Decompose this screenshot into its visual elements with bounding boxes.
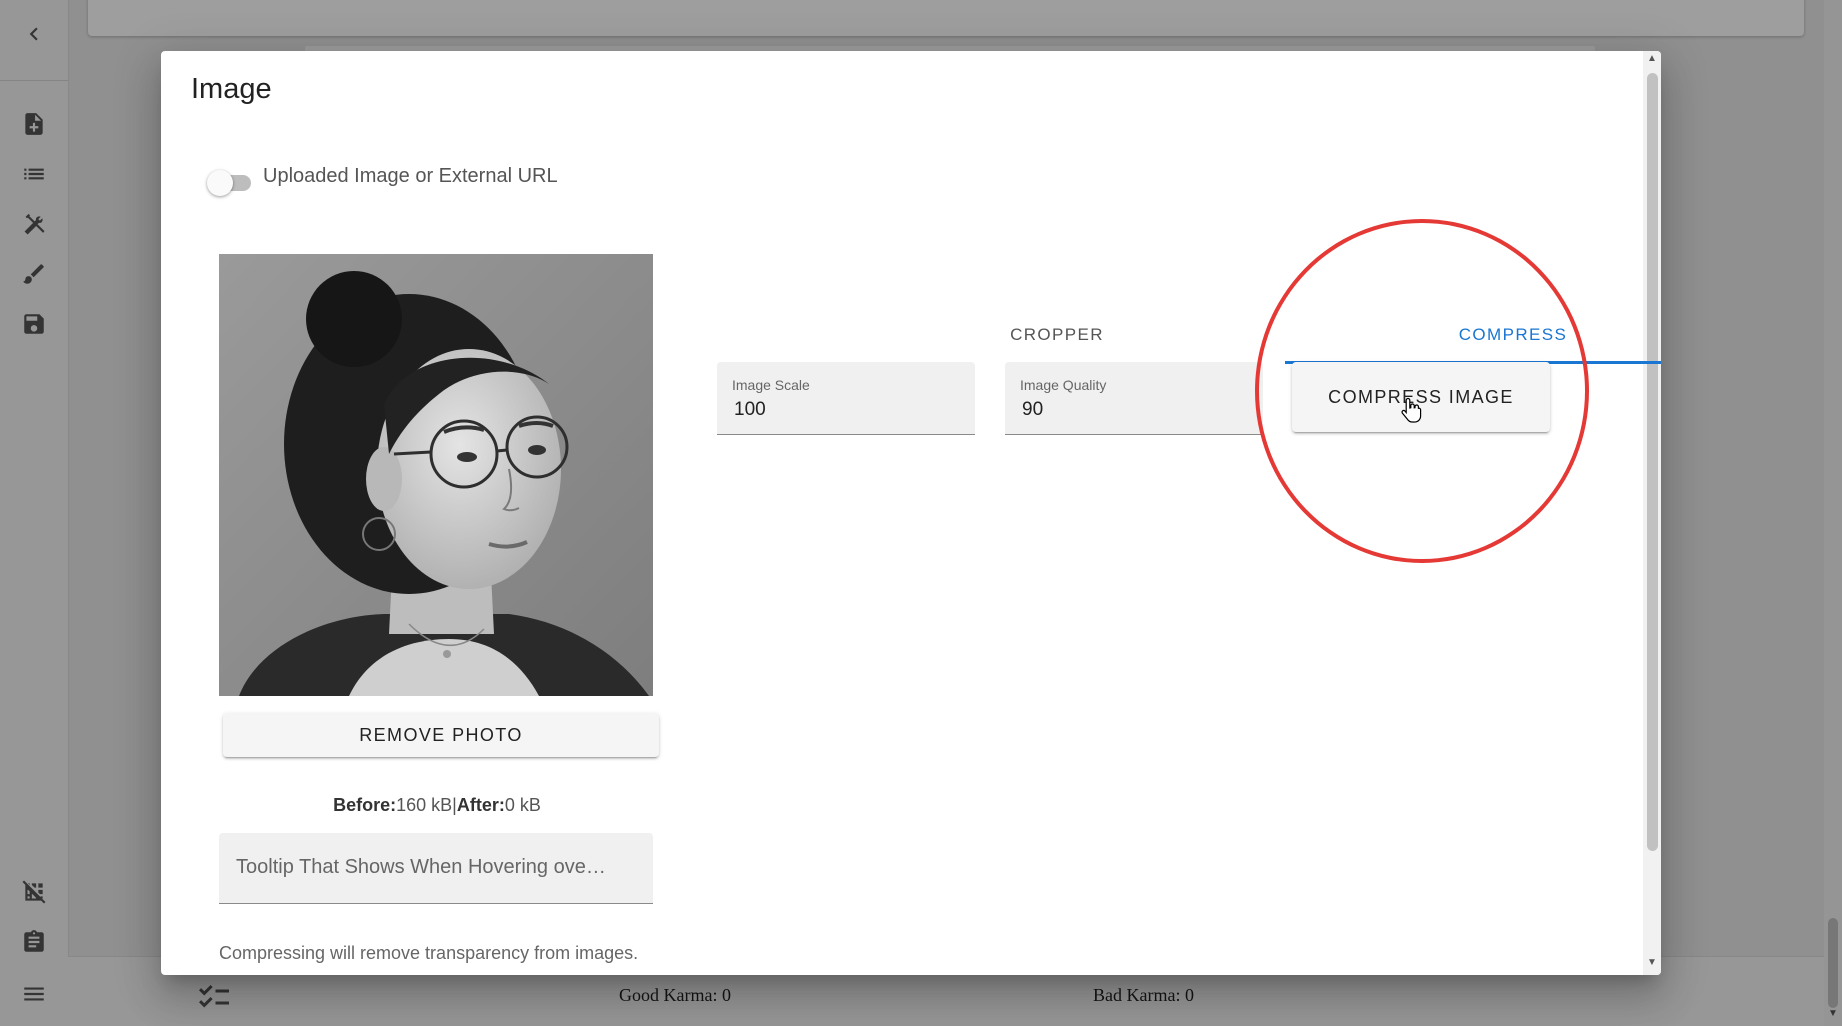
after-size-label: After:: [456, 795, 505, 815]
image-dialog: ▲ ▼ Image Uploaded Image or External URL: [161, 51, 1661, 975]
file-size-summary: Before:160 kB|After:0 kB: [219, 795, 655, 816]
dialog-scrollbar[interactable]: ▲ ▼: [1643, 51, 1661, 975]
portrait-image: [219, 254, 653, 696]
dialog-scroll-down-arrow-icon[interactable]: ▼: [1643, 957, 1661, 968]
dialog-scroll-up-arrow-icon[interactable]: ▲: [1643, 53, 1661, 64]
source-toggle-label[interactable]: Uploaded Image or External URL: [263, 165, 558, 188]
tab-cropper[interactable]: CROPPER: [829, 307, 1285, 363]
image-scale-label: Image Scale: [732, 377, 810, 393]
transparency-note: Compressing will remove transparency fro…: [219, 943, 639, 963]
before-size-value: 160 kB: [396, 795, 453, 815]
tooltip-input[interactable]: [234, 855, 642, 880]
dialog-scrollbar-thumb[interactable]: [1647, 73, 1658, 851]
tab-compress[interactable]: COMPRESS: [1285, 307, 1661, 363]
image-quality-input[interactable]: [1020, 398, 1244, 422]
source-toggle-switch[interactable]: [207, 167, 255, 197]
switch-thumb[interactable]: [207, 170, 233, 196]
before-size-label: Before:: [333, 795, 397, 815]
image-scale-input[interactable]: [732, 398, 956, 422]
image-quality-label: Image Quality: [1020, 377, 1107, 393]
image-scale-field[interactable]: Image Scale: [717, 362, 975, 435]
image-quality-field[interactable]: Image Quality: [1005, 362, 1263, 435]
uploaded-photo: [219, 254, 653, 696]
image-tools-tabs: CROPPER COMPRESS: [717, 307, 1661, 365]
tooltip-text-field[interactable]: [219, 833, 653, 904]
remove-photo-button[interactable]: REMOVE PHOTO: [223, 713, 659, 757]
after-size-value: 0 kB: [504, 795, 541, 815]
compress-image-button[interactable]: COMPRESS IMAGE: [1292, 362, 1550, 432]
dialog-title: Image: [191, 73, 272, 105]
